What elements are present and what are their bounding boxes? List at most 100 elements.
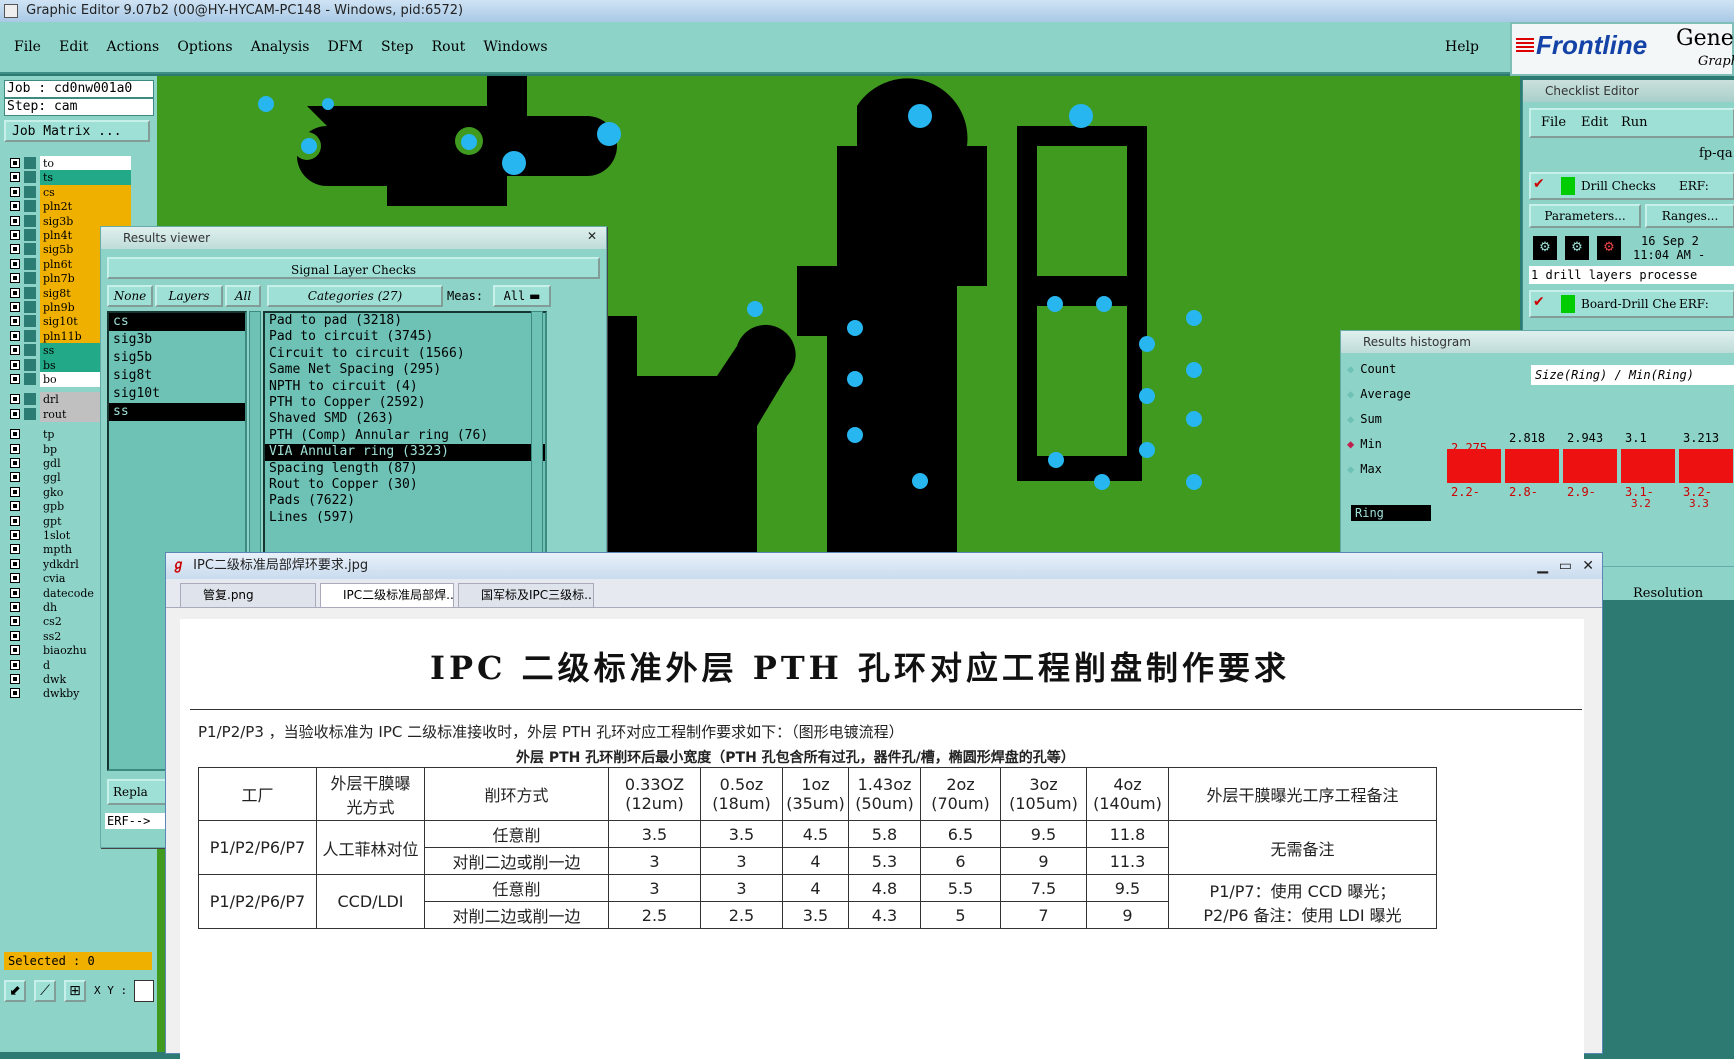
checkmark-icon[interactable]: ✔ xyxy=(1533,176,1545,192)
layer-checkbox[interactable] xyxy=(10,688,20,699)
layer-checkbox[interactable] xyxy=(10,630,20,641)
menu-help[interactable]: Help xyxy=(1445,22,1479,72)
category-item[interactable]: Spacing length (87) xyxy=(265,461,545,477)
run-action-icon[interactable]: ⚙ xyxy=(1533,236,1557,260)
layer-checkbox[interactable] xyxy=(10,408,20,419)
tab-image-3[interactable]: 国军标及IPC三级标... xyxy=(458,583,594,607)
result-layer-item[interactable]: sig3b xyxy=(109,331,245,349)
checklist-titlebar[interactable]: Checklist Editor xyxy=(1523,80,1734,102)
category-item[interactable]: Shaved SMD (263) xyxy=(265,411,545,427)
layer-checkbox[interactable] xyxy=(10,287,20,298)
result-layer-item[interactable]: sig10t xyxy=(109,385,245,403)
layer-checkbox[interactable] xyxy=(10,558,20,569)
layer-checkbox[interactable] xyxy=(10,616,20,627)
layer-row-cs[interactable]: cs xyxy=(6,184,156,200)
category-item[interactable]: Rout to Copper (30) xyxy=(265,477,545,493)
histogram-bar[interactable] xyxy=(1679,449,1733,483)
histogram-bar[interactable] xyxy=(1505,449,1559,483)
ranges-button[interactable]: Ranges... xyxy=(1645,204,1734,228)
tab-image-2[interactable]: IPC二级标准局部焊... xyxy=(320,583,454,607)
board-drill-row[interactable]: ✔ Board-Drill Che ERF: xyxy=(1529,290,1734,318)
replace-button[interactable]: Repla xyxy=(107,779,167,805)
category-item[interactable]: Pads (7622) xyxy=(265,493,545,509)
layer-checkbox[interactable] xyxy=(10,172,20,183)
layer-checkbox[interactable] xyxy=(10,201,20,212)
menu-rout[interactable]: Rout xyxy=(432,22,466,72)
none-button[interactable]: None xyxy=(107,285,153,307)
result-layer-item[interactable]: sig5b xyxy=(109,349,245,367)
checkmark-icon[interactable]: ✔ xyxy=(1533,294,1545,310)
layer-checkbox[interactable] xyxy=(10,486,20,497)
tab-image-1[interactable]: 管复.png xyxy=(180,583,316,607)
layer-checkbox[interactable] xyxy=(10,394,20,405)
category-item[interactable]: PTH (Comp) Annular ring (76) xyxy=(265,428,545,444)
layer-checkbox[interactable] xyxy=(10,330,20,341)
job-matrix-button[interactable]: Job Matrix ... xyxy=(4,120,150,142)
category-item[interactable]: VIA Annular ring (3323) xyxy=(265,444,545,461)
histogram-option-min[interactable]: ◆ Min xyxy=(1347,434,1382,454)
histogram-titlebar[interactable]: Results histogram xyxy=(1341,331,1734,353)
layer-checkbox[interactable] xyxy=(10,158,20,168)
category-item[interactable]: PTH to Copper (2592) xyxy=(265,395,545,411)
layer-checkbox[interactable] xyxy=(10,530,20,540)
layer-checkbox[interactable] xyxy=(10,215,20,226)
layer-checkbox[interactable] xyxy=(10,302,20,312)
histogram-bar[interactable] xyxy=(1563,449,1617,483)
measure-tool-icon[interactable]: ⟋ xyxy=(34,980,56,1002)
layer-checkbox[interactable] xyxy=(10,587,20,598)
layer-checkbox[interactable] xyxy=(10,359,20,370)
checklist-menu-run[interactable]: Run xyxy=(1621,115,1648,130)
menu-analysis[interactable]: Analysis xyxy=(251,22,310,72)
layer-checkbox[interactable] xyxy=(10,602,20,612)
menu-dfm[interactable]: DFM xyxy=(328,22,363,72)
image-viewer-titlebar[interactable]: ℊ IPC二级标准局部焊环要求.jpg ▁ ▭ ✕ xyxy=(166,553,1602,579)
categories-button[interactable]: Categories (27) xyxy=(267,285,443,307)
category-item[interactable]: Pad to pad (3218) xyxy=(265,313,545,329)
layer-row-to[interactable]: to xyxy=(6,156,156,171)
results-viewer-close-icon[interactable]: ✕ xyxy=(584,230,600,244)
minimize-icon[interactable]: ▁ xyxy=(1537,553,1548,579)
layer-checkbox[interactable] xyxy=(10,258,20,269)
histogram-field[interactable]: Ring xyxy=(1351,505,1431,521)
layer-checkbox[interactable] xyxy=(10,544,20,555)
histogram-bar[interactable] xyxy=(1447,449,1501,483)
histogram-bar[interactable] xyxy=(1621,449,1675,483)
category-item[interactable]: Pad to circuit (3745) xyxy=(265,329,545,345)
layer-checkbox[interactable] xyxy=(10,345,20,356)
result-layer-item[interactable]: cs xyxy=(109,313,245,331)
histogram-option-max[interactable]: ◆ Max xyxy=(1347,459,1382,479)
layer-checkbox[interactable] xyxy=(10,659,20,670)
layer-checkbox[interactable] xyxy=(10,458,20,468)
meas-dropdown[interactable]: All ▬ xyxy=(493,285,551,307)
menu-options[interactable]: Options xyxy=(177,22,232,72)
results-viewer-titlebar[interactable]: Results viewer ✕ xyxy=(101,227,606,249)
checklist-menu-file[interactable]: File xyxy=(1541,115,1566,130)
histogram-option-average[interactable]: ◆ Average xyxy=(1347,384,1411,404)
layer-checkbox[interactable] xyxy=(10,374,20,384)
menu-step[interactable]: Step xyxy=(381,22,413,72)
menu-windows[interactable]: Windows xyxy=(483,22,547,72)
layer-checkbox[interactable] xyxy=(10,573,20,584)
stop-action-icon[interactable]: ⚙ xyxy=(1597,236,1621,260)
menu-actions[interactable]: Actions xyxy=(107,22,160,72)
layer-checkbox[interactable] xyxy=(10,273,20,284)
close-icon[interactable]: ✕ xyxy=(1582,553,1594,579)
layer-checkbox[interactable] xyxy=(10,443,20,454)
xy-input[interactable] xyxy=(134,980,154,1002)
category-item[interactable]: Circuit to circuit (1566) xyxy=(265,346,545,362)
histogram-option-count[interactable]: ◆ Count xyxy=(1347,359,1396,379)
all-button[interactable]: All xyxy=(225,285,261,307)
layer-row-ts[interactable]: ts xyxy=(6,170,156,186)
layer-checkbox[interactable] xyxy=(10,645,20,656)
layer-checkbox[interactable] xyxy=(10,230,20,240)
menu-file[interactable]: File xyxy=(14,22,41,72)
checklist-menu-edit[interactable]: Edit xyxy=(1581,115,1608,130)
layer-row-pln2t[interactable]: pln2t xyxy=(6,199,156,215)
category-item[interactable]: Lines (597) xyxy=(265,510,545,526)
layers-button[interactable]: Layers xyxy=(155,285,223,307)
layer-checkbox[interactable] xyxy=(10,472,20,483)
layer-checkbox[interactable] xyxy=(10,429,20,440)
run-all-icon[interactable]: ⚙ xyxy=(1565,236,1589,260)
layer-checkbox[interactable] xyxy=(10,186,20,197)
parameters-button[interactable]: Parameters... xyxy=(1529,204,1641,228)
